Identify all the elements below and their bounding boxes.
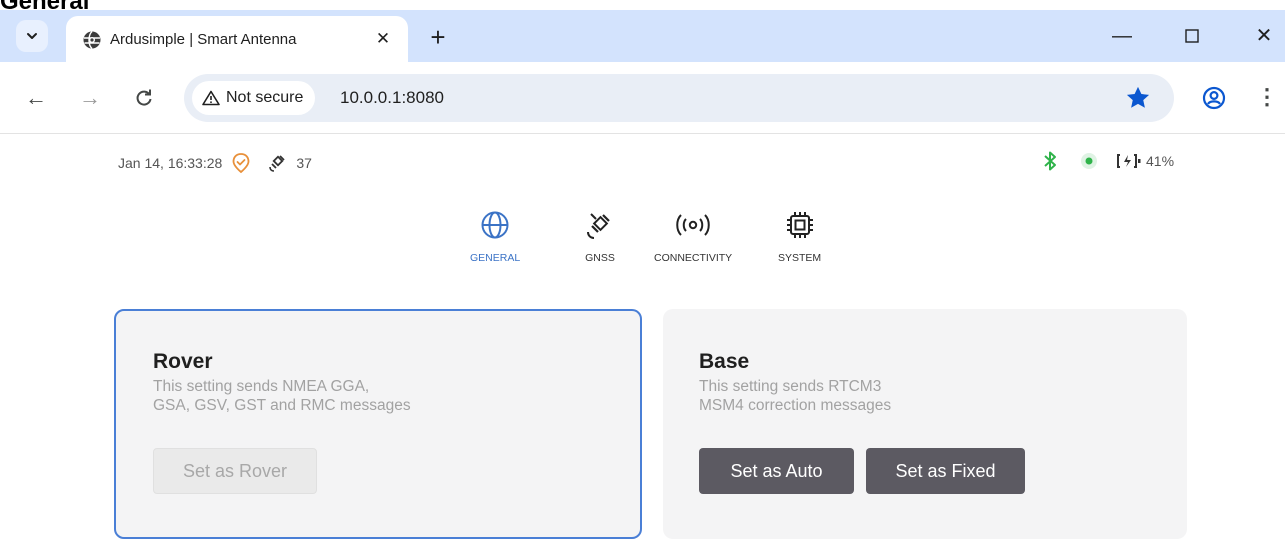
card-description: This setting sends RTCM3 MSM4 correction… <box>699 377 1059 415</box>
close-tab-icon[interactable]: ✕ <box>372 28 394 50</box>
chip-icon <box>786 212 813 238</box>
satellite-icon <box>587 213 610 239</box>
description-line: MSM4 correction messages <box>699 397 892 414</box>
browser-toolbar: ← → Not secure 10.0.0.1:8080 ⋮ <box>0 62 1285 134</box>
gps-fix-indicator-icon <box>1081 153 1097 169</box>
status-right: 41% <box>1042 150 1174 172</box>
more-menu-icon[interactable]: ⋮ <box>1256 84 1278 112</box>
nav-tab-system[interactable]: SYSTEM <box>778 210 821 264</box>
tab-search-button[interactable] <box>16 20 48 52</box>
bookmark-star-icon[interactable] <box>1124 84 1152 112</box>
nav-tab-label: SYSTEM <box>778 252 822 264</box>
bluetooth-icon <box>1044 151 1056 171</box>
back-icon[interactable]: ← <box>22 84 50 112</box>
warning-icon <box>202 90 220 106</box>
rover-card[interactable]: Rover This setting sends NMEA GGA, GSA, … <box>114 309 642 539</box>
card-description: This setting sends NMEA GGA, GSA, GSV, G… <box>153 377 513 415</box>
close-window-icon[interactable]: ✕ <box>1244 22 1284 50</box>
globe-icon <box>481 211 509 239</box>
security-chip[interactable]: Not secure <box>192 81 316 115</box>
reload-icon[interactable] <box>130 84 158 112</box>
broadcast-icon <box>676 214 710 236</box>
card-title: Rover <box>153 350 213 373</box>
tab-title: Ardusimple | Smart Antenna <box>110 31 297 48</box>
description-line: This setting sends NMEA GGA, <box>153 378 370 395</box>
chevron-down-icon <box>27 33 37 39</box>
nav-tab-label: CONNECTIVITY <box>654 252 733 264</box>
globe-favicon-icon <box>83 30 101 50</box>
address-bar[interactable]: Not secure 10.0.0.1:8080 <box>184 74 1174 122</box>
browser-tabstrip: Ardusimple | Smart Antenna ✕ + — ✕ <box>0 10 1285 62</box>
set-as-rover-button[interactable]: Set as Rover <box>153 448 317 494</box>
satellite-icon <box>269 155 285 172</box>
nav-tab-label: GNSS <box>585 252 615 264</box>
security-label: Not secure <box>226 89 304 106</box>
set-as-auto-button[interactable]: Set as Auto <box>699 448 854 494</box>
set-as-fixed-button[interactable]: Set as Fixed <box>866 448 1025 494</box>
forward-icon[interactable]: → <box>76 84 104 112</box>
nav-tab-gnss[interactable]: GNSS <box>584 210 616 264</box>
minimize-icon[interactable]: — <box>1102 22 1142 50</box>
card-title: Base <box>699 350 750 373</box>
maximize-icon[interactable] <box>1172 22 1212 50</box>
nav-tab-general[interactable]: GENERAL <box>470 210 520 264</box>
base-card[interactable]: Base This setting sends RTCM3 MSM4 corre… <box>663 309 1187 539</box>
profile-icon[interactable] <box>1200 84 1228 112</box>
browser-tab-active[interactable]: Ardusimple | Smart Antenna ✕ <box>66 16 408 62</box>
battery-charging-icon <box>1117 154 1141 168</box>
nav-tab-connectivity[interactable]: CONNECTIVITY <box>654 210 732 264</box>
battery-percentage: 41% <box>1146 153 1175 169</box>
description-line: This setting sends RTCM3 <box>699 378 882 395</box>
url-text[interactable]: 10.0.0.1:8080 <box>340 88 444 108</box>
section-nav: GENERAL GNSS CONNECTIVITY SYSTEM <box>0 210 1285 274</box>
datetime: Jan 14, 16:33:28 <box>118 155 223 171</box>
nav-tab-label: GENERAL <box>470 252 521 264</box>
location-check-icon <box>232 153 250 174</box>
status-left: Jan 14, 16:33:28 37 <box>118 152 312 174</box>
new-tab-icon[interactable]: + <box>424 24 452 52</box>
description-line: GSA, GSV, GST and RMC messages <box>153 397 411 414</box>
satellite-count: 37 <box>296 155 312 171</box>
